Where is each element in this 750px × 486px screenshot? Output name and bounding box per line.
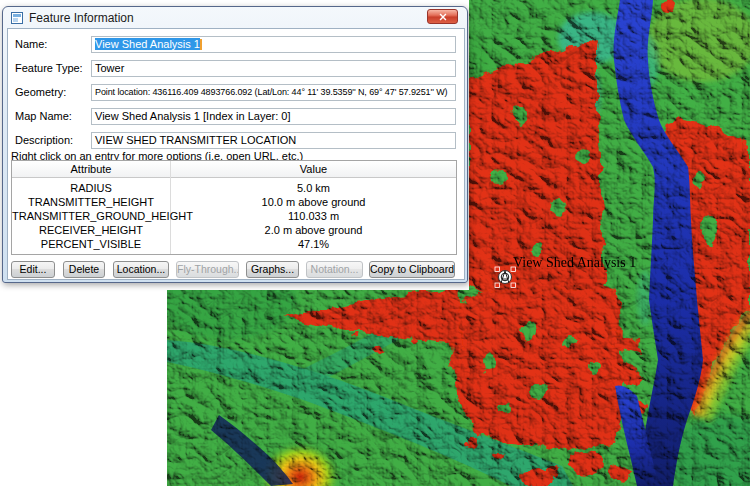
- attribute-cell: TRANSMITTER_GROUND_HEIGHT: [12, 209, 170, 223]
- attribute-cell: TRANSMITTER_HEIGHT: [12, 195, 170, 209]
- table-row[interactable]: RECEIVER_HEIGHT 2.0 m above ground: [12, 223, 456, 237]
- feature-type-value: Tower: [95, 62, 124, 74]
- feature-type-label: Feature Type:: [15, 60, 91, 77]
- delete-button[interactable]: Delete: [63, 261, 105, 278]
- table-header[interactable]: Attribute Value: [12, 161, 456, 178]
- text-caret: [200, 39, 202, 50]
- edit-button[interactable]: Edit...: [11, 261, 55, 278]
- feature-type-input[interactable]: Tower: [91, 60, 456, 77]
- map-name-input[interactable]: View Shed Analysis 1 [Index in Layer: 0]: [91, 108, 456, 125]
- attribute-cell: RADIUS: [12, 181, 170, 195]
- name-value: View Shed Analysis 1: [95, 38, 200, 50]
- description-value: VIEW SHED TRANSMITTER LOCATION: [95, 134, 296, 146]
- location-button[interactable]: Location...: [113, 261, 169, 278]
- description-input[interactable]: VIEW SHED TRANSMITTER LOCATION: [91, 132, 456, 149]
- dialog-title: Feature Information: [29, 11, 134, 25]
- dialog-icon: [11, 12, 23, 24]
- notation-button: Notation...: [306, 261, 363, 278]
- dialog-content: Name: View Shed Analysis 1 Feature Type:…: [7, 28, 465, 280]
- dialog-titlebar[interactable]: Feature Information: [3, 7, 467, 28]
- geometry-label: Geometry:: [15, 84, 91, 101]
- table-row[interactable]: RADIUS 5.0 km: [12, 181, 456, 195]
- value-cell: 110.033 m: [171, 209, 456, 223]
- geometry-input[interactable]: Point location: 436116.409 4893766.092 (…: [91, 84, 456, 101]
- table-row[interactable]: TRANSMITTER_GROUND_HEIGHT 110.033 m: [12, 209, 456, 223]
- graphs-button[interactable]: Graphs...: [246, 261, 299, 278]
- description-label: Description:: [15, 132, 91, 149]
- attribute-cell: RECEIVER_HEIGHT: [12, 223, 170, 237]
- close-icon: [439, 13, 447, 21]
- attribute-table[interactable]: Attribute Value RADIUS 5.0 km TRANSMITTE…: [11, 160, 457, 255]
- feature-information-dialog: Feature Information Name: View Shed Anal…: [2, 6, 468, 283]
- name-label: Name:: [15, 36, 91, 53]
- column-header-value[interactable]: Value: [171, 161, 456, 177]
- value-cell: 47.1%: [171, 237, 456, 251]
- value-cell: 2.0 m above ground: [171, 223, 456, 237]
- value-cell: 5.0 km: [171, 181, 456, 195]
- table-row[interactable]: PERCENT_VISIBLE 47.1%: [12, 237, 456, 251]
- value-cell: 10.0 m above ground: [171, 195, 456, 209]
- attribute-cell: PERCENT_VISIBLE: [12, 237, 170, 251]
- geometry-value: Point location: 436116.409 4893766.092 (…: [95, 87, 447, 97]
- close-button[interactable]: [427, 9, 458, 24]
- copy-to-clipboard-button[interactable]: Copy to Clipboard: [369, 261, 455, 278]
- map-feature-label: View Shed Analysis 1: [513, 255, 636, 271]
- fly-through-button: Fly-Through...: [176, 261, 239, 278]
- map-name-label: Map Name:: [15, 108, 91, 125]
- name-input[interactable]: View Shed Analysis 1: [91, 36, 456, 53]
- map-name-value: View Shed Analysis 1 [Index in Layer: 0]: [95, 110, 290, 122]
- column-header-attribute[interactable]: Attribute: [12, 161, 170, 177]
- table-row[interactable]: TRANSMITTER_HEIGHT 10.0 m above ground: [12, 195, 456, 209]
